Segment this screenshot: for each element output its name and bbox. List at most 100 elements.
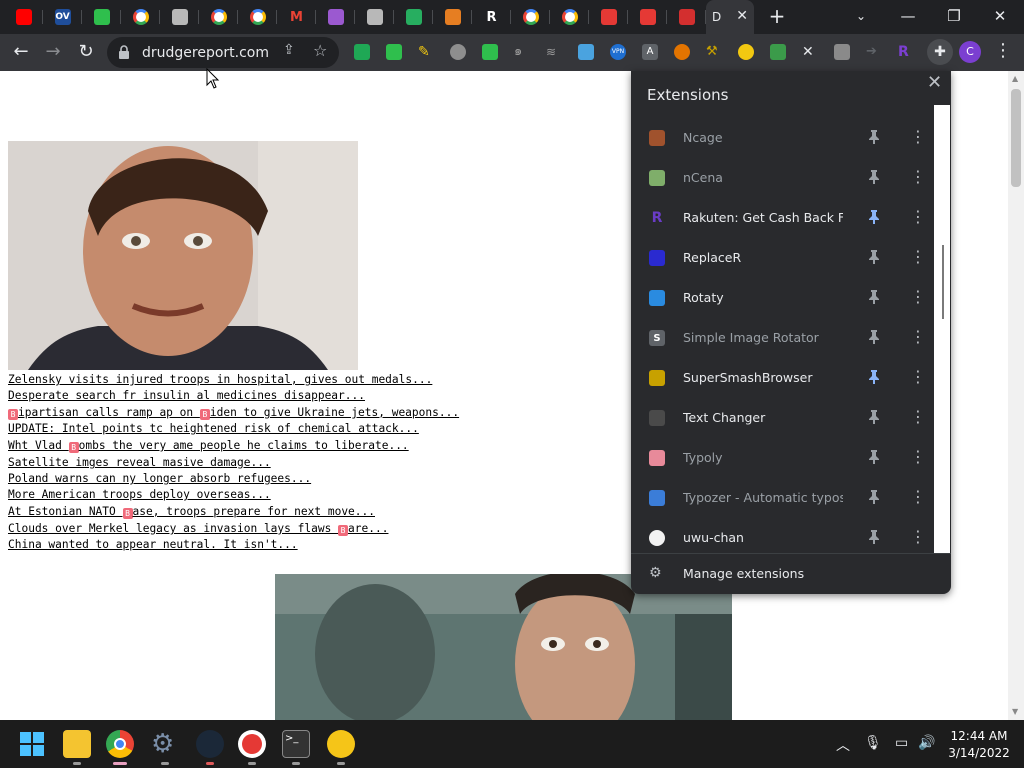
tab-8[interactable] [316,0,355,34]
pin-icon[interactable] [867,409,881,425]
tab-3[interactable] [121,0,160,34]
clock[interactable]: 12:44 AM 3/14/2022 [944,728,1014,762]
tab-9[interactable] [355,0,394,34]
extension-row[interactable]: Ncage ⋮ [631,118,951,158]
extension-row[interactable]: Typoly ⋮ [631,438,951,478]
close-tab-icon[interactable]: ✕ [736,8,748,24]
chevron-up-icon[interactable]: ︿ [836,735,850,755]
profile-avatar[interactable]: C [959,41,981,63]
address-bar[interactable]: drudgereport.com ⇪ ☆ [107,37,339,68]
chrome-icon[interactable] [106,730,134,758]
more-options-icon[interactable]: ⋮ [910,247,926,266]
extension-row[interactable]: Text Changer ⋮ [631,398,951,438]
tab-10[interactable] [394,0,433,34]
steam-icon[interactable] [196,730,224,758]
tab-12[interactable]: R [472,0,511,34]
more-options-icon[interactable]: ⋮ [910,527,926,546]
signal-icon[interactable]: ≋ [546,44,562,60]
image-icon[interactable] [770,44,786,60]
page-scrollbar[interactable]: ▲ ▼ [1008,71,1024,720]
tab-14[interactable] [550,0,589,34]
chrome-menu-icon[interactable]: ⋮ [994,40,1012,61]
a-icon[interactable]: A [642,44,658,60]
colorpick-icon[interactable] [674,44,690,60]
news-photo-top[interactable] [8,141,358,370]
app-icon[interactable] [327,730,355,758]
scroll-down-icon[interactable]: ▼ [1012,707,1018,716]
headline-link[interactable]: Satellite imges reveal masive damage... [8,455,608,471]
pin-icon[interactable] [867,369,881,385]
headline-link[interactable]: Poland warns can ny longer absorb refuge… [8,471,608,487]
pin-icon[interactable] [867,169,881,185]
more-options-icon[interactable]: ⋮ [910,287,926,306]
tab-2[interactable] [82,0,121,34]
feather-icon[interactable] [578,44,594,60]
more-options-icon[interactable]: ⋮ [910,167,926,186]
headline-link[interactable]: At Estonian NATO Base, troops prepare fo… [8,504,608,520]
tab-15[interactable] [589,0,628,34]
extensions-puzzle-icon[interactable]: ✚ [927,39,953,65]
more-options-icon[interactable]: ⋮ [910,487,926,506]
extension-row[interactable]: ReplaceR ⋮ [631,238,951,278]
more-options-icon[interactable]: ⋮ [910,407,926,426]
minimize-button[interactable]: — [885,0,931,34]
more-options-icon[interactable]: ⋮ [910,327,926,346]
more-options-icon[interactable]: ⋮ [910,447,926,466]
windows-icon[interactable] [18,730,46,758]
extension-row[interactable]: SuperSmashBrowser ⋮ [631,358,951,398]
vpn-icon[interactable]: VPN [610,44,626,60]
headline-link[interactable]: Clouds over Merkel legacy as invasion la… [8,521,608,537]
extensions-scrollbar[interactable] [934,105,950,553]
close-window-button[interactable]: ✕ [977,0,1023,34]
bookmark-star-icon[interactable]: ☆ [313,41,327,60]
swirl-icon[interactable]: ๑ [514,44,530,60]
chat-icon[interactable] [386,44,402,60]
extension-row[interactable]: Rotaty ⋮ [631,278,951,318]
extension-row[interactable]: uwu-chan ⋮ [631,518,951,558]
meet-icon[interactable] [354,44,370,60]
news-photo-bottom[interactable] [275,574,732,720]
manage-extensions-button[interactable]: ⚙ Manage extensions [631,555,951,593]
tab-13[interactable] [511,0,550,34]
share-icon[interactable]: ⇪ [283,42,295,58]
scroll-up-icon[interactable]: ▲ [1012,74,1018,83]
tab-7[interactable]: M [277,0,316,34]
more-options-icon[interactable]: ⋮ [910,367,926,386]
tab-11[interactable] [433,0,472,34]
tab-4[interactable] [160,0,199,34]
headline-link[interactable]: Desperate search fr insulin al medicines… [8,388,608,404]
pin-icon[interactable] [867,449,881,465]
pin-icon[interactable] [867,329,881,345]
new-tab-button[interactable]: + [764,4,790,30]
extension-row[interactable]: nCena ⋮ [631,158,951,198]
tab-16[interactable] [628,0,667,34]
headline-link[interactable]: Wht Vlad Bombs the very ame people he cl… [8,438,608,454]
headline-link[interactable]: UPDATE: Intel points tc heightened risk … [8,421,608,437]
pin-icon[interactable] [867,209,881,225]
hammer-icon[interactable]: ⚒ [706,44,722,60]
pencil-icon[interactable]: ✎ [418,44,434,60]
pin-icon[interactable] [867,529,881,545]
active-tab[interactable]: D ✕ [706,0,754,34]
tab-17[interactable] [667,0,706,34]
extensions-scrollbar-thumb[interactable] [942,245,944,319]
headline-link[interactable]: More American troops deploy overseas... [8,487,608,503]
smiley-icon[interactable] [738,44,754,60]
tab-search-button[interactable]: ⌄ [838,0,884,34]
close-icon[interactable]: ✕ [927,72,942,93]
triangle-icon[interactable] [450,44,466,60]
extension-row[interactable]: Typozer - Automatic typos ⋮ [631,478,951,518]
more-options-icon[interactable]: ⋮ [910,207,926,226]
extension-row[interactable]: S Simple Image Rotator ⋮ [631,318,951,358]
grid-icon[interactable] [834,44,850,60]
headline-link[interactable]: China wanted to appear neutral. It isn't… [8,537,608,553]
headline-link[interactable]: Zelensky visits injured troops in hospit… [8,372,608,388]
arrow-icon[interactable]: ➔ [866,44,882,60]
microphone-icon[interactable]: 🎙 [864,735,882,751]
forward-button[interactable]: → [40,40,66,66]
network-icon[interactable]: ▭ [895,735,908,751]
back-button[interactable]: ← [8,40,34,66]
terminal-icon[interactable]: >_ [282,730,310,758]
maximize-button[interactable]: ❐ [931,0,977,34]
pin-icon[interactable] [867,129,881,145]
